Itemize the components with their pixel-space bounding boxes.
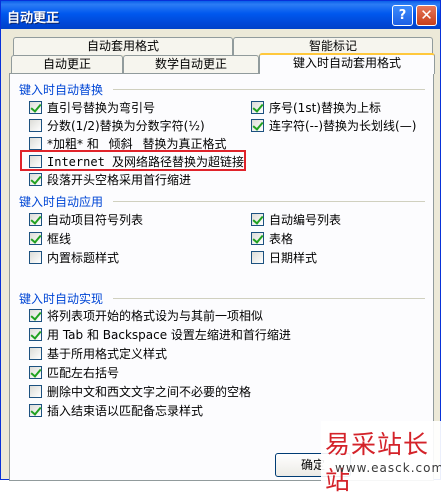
autocorrect-dialog: 自动更正 ? ✕ 自动套用格式 智能标记 自动更正 数学自动更正 键入时自动套用…: [0, 0, 441, 495]
checkbox-label: 自动编号列表: [269, 212, 342, 227]
checkbox-memo-closing[interactable]: 插入结束语以匹配备忘录样式: [29, 402, 203, 418]
checkbox-box[interactable]: [251, 118, 264, 132]
checkbox-label: 匹配左右括号: [47, 365, 120, 380]
checkbox-match-parentheses[interactable]: 匹配左右括号: [29, 364, 119, 380]
checkbox-fractions[interactable]: 分数(1/2)替换为分数字符(½): [29, 117, 205, 133]
checkbox-box[interactable]: [29, 327, 42, 341]
checkbox-box[interactable]: [251, 100, 264, 114]
checkbox-box[interactable]: [29, 118, 42, 132]
window-title: 自动更正: [7, 11, 60, 26]
group-divider: [113, 89, 425, 90]
checkbox-auto-numbering[interactable]: 自动编号列表: [251, 211, 341, 227]
checkbox-label: *加粗* 和 _倾斜_ 替换为真正格式: [47, 136, 227, 151]
checkbox-label: 表格: [269, 231, 294, 246]
checkbox-hyphens-dash[interactable]: 连字符(--)替换为长划线(—): [251, 117, 416, 133]
checkbox-borders[interactable]: 框线: [29, 230, 71, 246]
checkbox-tab-backspace-indent[interactable]: 用 Tab 和 Backspace 设置左缩进和首行缩进: [29, 326, 291, 342]
checkbox-box[interactable]: [29, 100, 42, 114]
tab-autoformat[interactable]: 自动套用格式: [13, 37, 233, 55]
checkbox-label: 删除中文和西文文字之间不必要的空格: [47, 384, 252, 399]
checkbox-heading-styles[interactable]: 内置标题样式: [29, 249, 119, 265]
checkbox-label: 插入结束语以匹配备忘录样式: [47, 403, 204, 418]
checkbox-label: 序号(1st)替换为上标: [269, 100, 381, 115]
checkbox-label: 连字符(--)替换为长划线(—): [269, 118, 417, 133]
checkbox-auto-bullets[interactable]: 自动项目符号列表: [29, 211, 143, 227]
group-divider: [113, 298, 425, 299]
checkbox-label: 内置标题样式: [47, 250, 120, 265]
checkbox-box[interactable]: [29, 136, 42, 150]
checkbox-box[interactable]: [251, 250, 264, 264]
checkbox-format-list-items[interactable]: 将列表项开始的格式设为与其前一项相似: [29, 307, 263, 323]
checkbox-box[interactable]: [251, 231, 264, 245]
group-divider: [113, 201, 425, 202]
tab-autoformat-as-you-type[interactable]: 键入时自动套用格式: [259, 53, 435, 74]
checkbox-box[interactable]: [251, 212, 264, 226]
checkbox-box[interactable]: [29, 365, 42, 379]
tab-autocorrect[interactable]: 自动更正: [11, 55, 123, 73]
tab-math-autocorrect[interactable]: 数学自动更正: [123, 55, 259, 73]
watermark-logo: 易采站长站 www.easck.com: [321, 421, 441, 495]
checkbox-delete-spaces[interactable]: 删除中文和西文文字之间不必要的空格: [29, 383, 251, 399]
checkbox-tables[interactable]: 表格: [251, 230, 293, 246]
checkbox-label: 用 Tab 和 Backspace 设置左缩进和首行缩进: [47, 327, 291, 342]
group-title-realize: 键入时自动实现: [19, 292, 104, 306]
close-icon[interactable]: ✕: [416, 5, 437, 26]
watermark-url: www.easck.com: [335, 461, 441, 475]
help-icon[interactable]: ?: [392, 5, 413, 26]
checkbox-box[interactable]: [29, 231, 42, 245]
checkbox-define-styles[interactable]: 基于所用格式定义样式: [29, 345, 167, 361]
checkbox-label: 段落开头空格采用首行缩进: [47, 172, 192, 187]
checkbox-label: 分数(1/2)替换为分数字符(½): [47, 118, 205, 133]
checkbox-ordinals-superscript[interactable]: 序号(1st)替换为上标: [251, 99, 381, 115]
checkbox-box[interactable]: [29, 172, 42, 186]
checkbox-box[interactable]: [29, 384, 42, 398]
checkbox-date-styles[interactable]: 日期样式: [251, 249, 317, 265]
group-title-apply: 键入时自动应用: [19, 195, 104, 209]
title-bar[interactable]: 自动更正 ? ✕: [1, 1, 440, 29]
checkbox-first-line-indent[interactable]: 段落开头空格采用首行缩进: [29, 171, 191, 187]
checkbox-smart-quotes[interactable]: 直引号替换为弯引号: [29, 99, 155, 115]
checkbox-bold-italic[interactable]: *加粗* 和 _倾斜_ 替换为真正格式: [29, 135, 226, 151]
checkbox-label: 直引号替换为弯引号: [47, 100, 156, 115]
checkbox-label: 将列表项开始的格式设为与其前一项相似: [47, 308, 264, 323]
group-title-replace: 键入时自动替换: [19, 83, 104, 97]
checkbox-box[interactable]: [29, 308, 42, 322]
checkbox-box[interactable]: [29, 250, 42, 264]
highlight-box: [20, 150, 246, 171]
checkbox-box[interactable]: [29, 212, 42, 226]
checkbox-label: 框线: [47, 231, 72, 246]
checkbox-box[interactable]: [29, 346, 42, 360]
checkbox-label: 基于所用格式定义样式: [47, 346, 168, 361]
checkbox-box[interactable]: [29, 403, 42, 417]
checkbox-label: 日期样式: [269, 250, 318, 265]
checkbox-label: 自动项目符号列表: [47, 212, 144, 227]
